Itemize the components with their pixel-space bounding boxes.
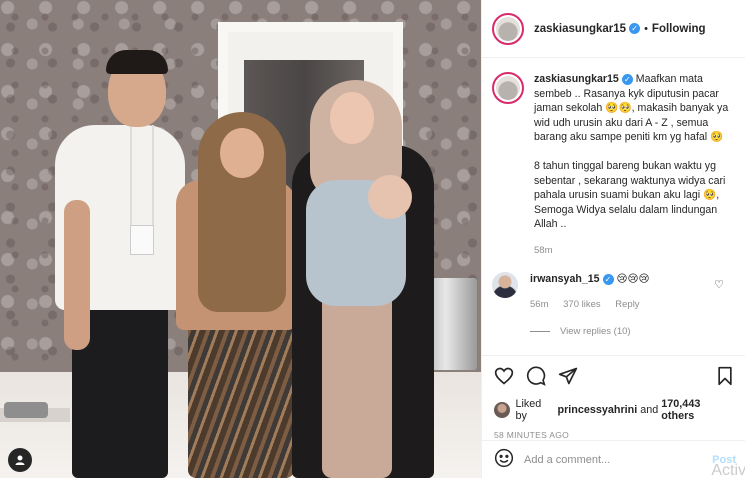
caption-text: Maafkan mata sembeb .. Rasanya kyk diput…	[534, 73, 729, 230]
add-comment-bar: Post Activ	[482, 440, 745, 478]
user-tag-icon[interactable]	[8, 448, 32, 472]
view-replies-label: View replies (10)	[560, 326, 631, 337]
dumbbell	[4, 402, 48, 418]
baby-head	[368, 175, 412, 219]
header-username[interactable]: zaskiasungkar15	[534, 23, 626, 35]
person-man-arm	[64, 200, 90, 350]
post-photo[interactable]	[0, 0, 481, 478]
comment: irwansyah_15 ✓ 😢😢😢 56m 370 likes Reply ♡	[492, 272, 736, 312]
person-woman-face	[220, 128, 264, 178]
comment-username[interactable]: irwansyah_15	[530, 273, 600, 285]
post-header: zaskiasungkar15 ✓ • Following	[482, 0, 745, 58]
comment-avatar[interactable]	[492, 272, 518, 298]
liked-by-connector: and	[640, 404, 659, 416]
add-comment-input[interactable]	[524, 453, 713, 466]
emoji-icon[interactable]	[494, 448, 514, 471]
share-icon[interactable]	[558, 366, 578, 386]
person-woman-face-2	[330, 92, 374, 144]
comment-time[interactable]: 56m	[530, 299, 548, 310]
heart-icon[interactable]	[494, 366, 514, 386]
liked-by-user[interactable]: princessyahrini	[557, 404, 637, 416]
comment-reply-button[interactable]: Reply	[615, 299, 639, 310]
bookmark-icon[interactable]	[716, 366, 734, 386]
view-replies-line	[530, 331, 550, 332]
caption-username[interactable]: zaskiasungkar15	[534, 73, 619, 85]
post-actions: Liked by princessyahrini and 170,443 oth…	[482, 355, 745, 440]
comment-icon[interactable]	[526, 366, 546, 386]
post-timestamp[interactable]: 58 MINUTES AGO	[494, 430, 734, 440]
person-man-hair	[106, 50, 168, 74]
person-woman-pants	[188, 310, 294, 478]
liked-by-others[interactable]: 170,443 others	[661, 398, 734, 422]
activation-watermark: Activ	[711, 462, 745, 478]
caption: zaskiasungkar15 ✓ Maafkan mata sembeb .. …	[492, 72, 736, 258]
avatar[interactable]	[492, 12, 524, 45]
caption-avatar[interactable]	[492, 72, 524, 104]
comment-like-heart-icon[interactable]: ♡	[714, 278, 724, 291]
header-separator: •	[644, 22, 648, 35]
verified-badge-icon: ✓	[602, 274, 614, 285]
verified-badge-icon: ✓	[629, 23, 641, 34]
liked-by-avatar[interactable]	[494, 402, 510, 418]
id-card	[130, 225, 154, 255]
view-replies-button[interactable]: View replies (10)	[530, 326, 736, 337]
liked-by: Liked by princessyahrini and 170,443 oth…	[494, 398, 734, 422]
verified-badge-icon: ✓	[621, 74, 633, 85]
following-button[interactable]: Following	[652, 23, 706, 35]
liked-by-prefix: Liked by	[515, 398, 542, 422]
caption-time: 58m	[534, 244, 553, 256]
comment-likes[interactable]: 370 likes	[563, 299, 601, 310]
post-side-panel: zaskiasungkar15 ✓ • Following zaskiasung…	[481, 0, 745, 478]
comments-list[interactable]: zaskiasungkar15 ✓ Maafkan mata sembeb .. …	[482, 58, 745, 355]
comment-text: 😢😢😢	[616, 273, 650, 285]
